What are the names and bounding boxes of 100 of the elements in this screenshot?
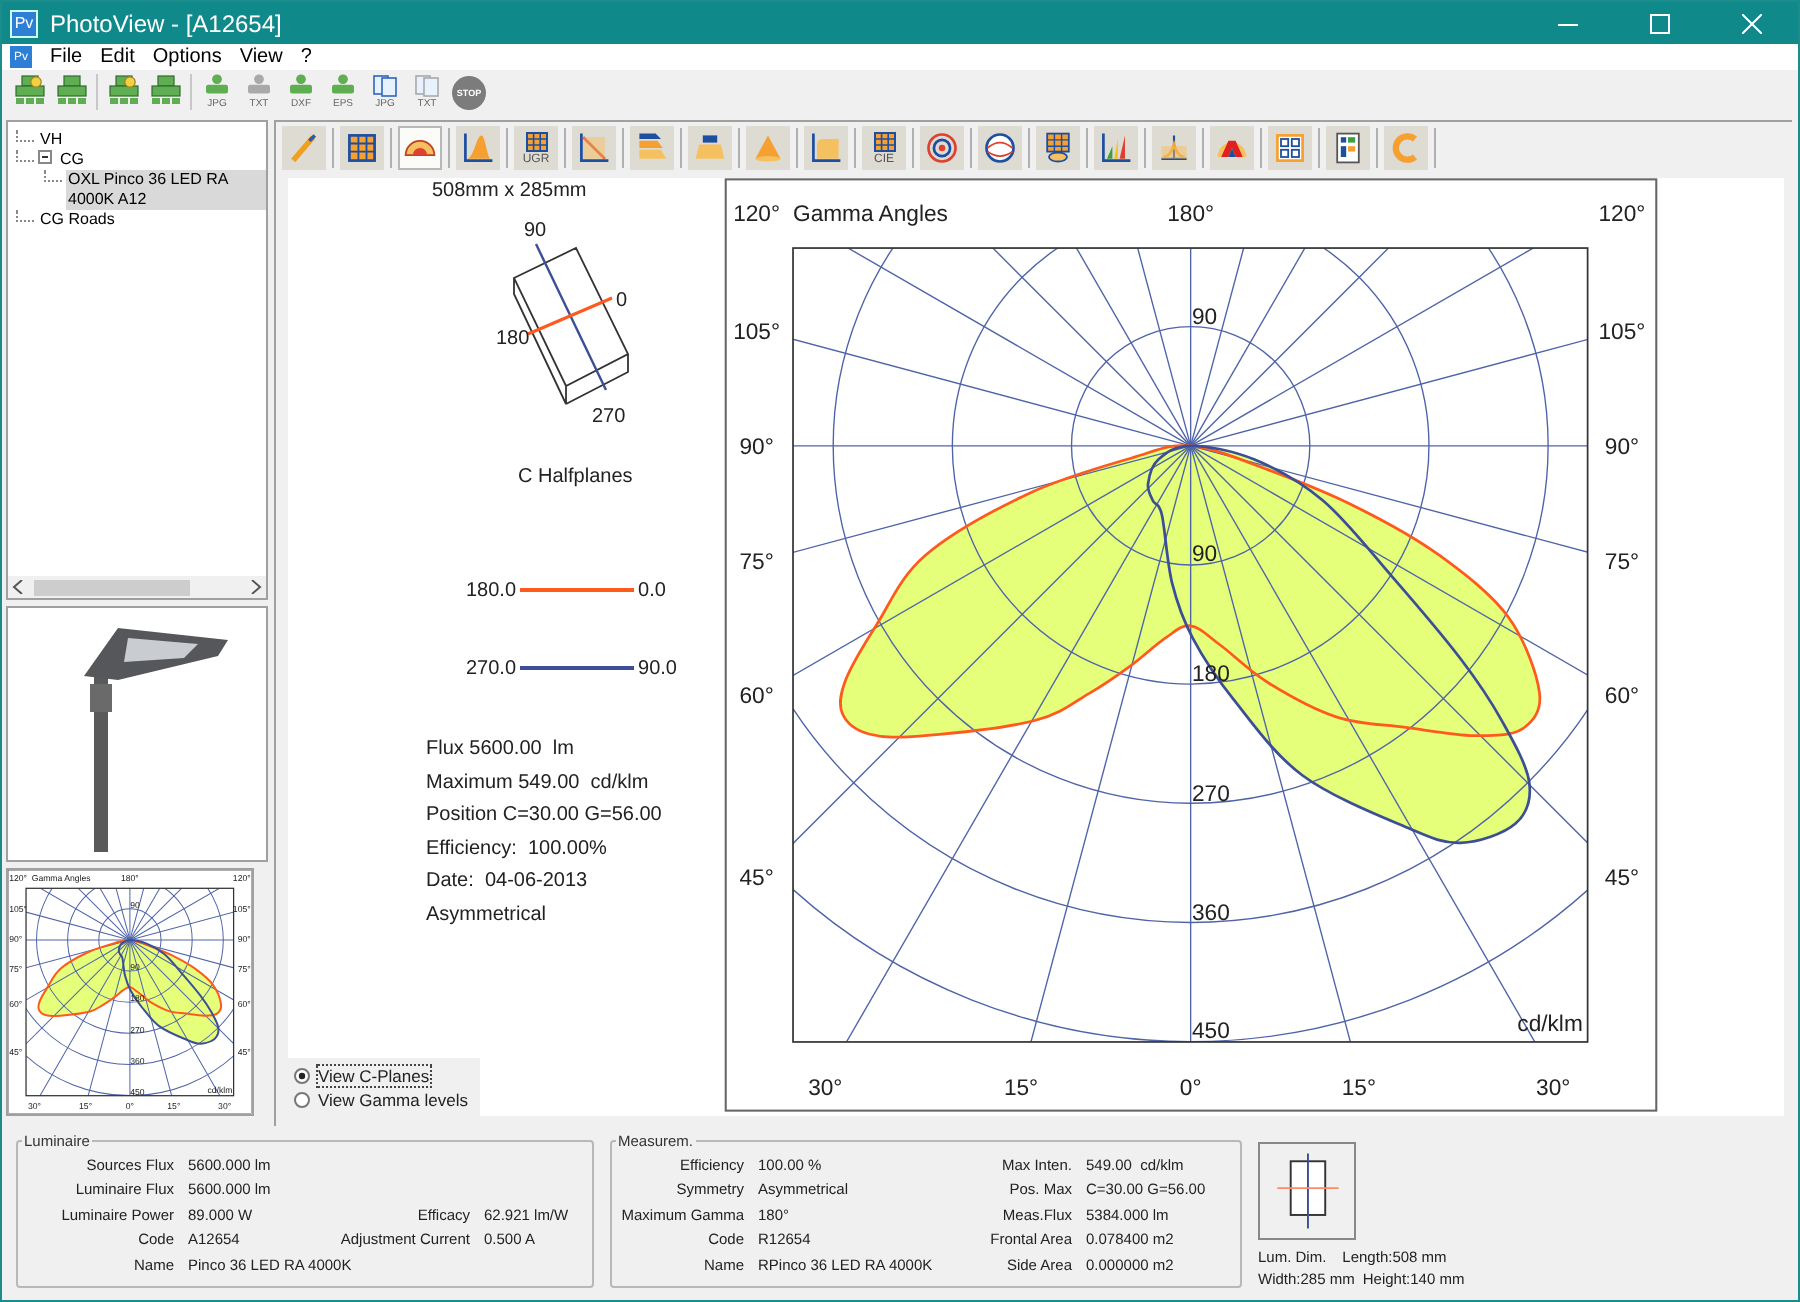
scroll-right-icon[interactable] [250,580,262,594]
chart-title: Gamma Angles [793,202,948,227]
axis-label: 180° [1167,202,1215,227]
menu-item[interactable]: Edit [92,46,143,68]
info-text: Flux 5600.00 lm [426,738,576,764]
person-icon [248,74,270,94]
axis-label: 180 [496,328,530,350]
cone-icon [750,130,786,166]
axis-label: 120° [733,202,781,227]
printer-icon [13,74,45,106]
axis-label: 45° [1604,867,1640,892]
toolbar-button[interactable] [106,74,140,110]
scrollbar[interactable] [8,576,266,598]
printer-icon [107,74,139,106]
tree-item[interactable]: CG Roads [38,210,117,230]
collapse-icon[interactable] [38,150,52,164]
grid-icon [873,131,895,151]
ring-label: 90 [1192,305,1218,330]
toolbar-button[interactable] [688,126,732,170]
axis-label: 75° [739,551,774,576]
app-logo: Pv [10,9,38,37]
menu-item[interactable]: File [42,46,91,68]
info-text: Maximum 549.00 cd/klm [426,771,651,797]
toolbar-button[interactable] [978,126,1022,170]
toolbar-button[interactable] [398,126,442,170]
ring-label: 450 [1192,1019,1230,1044]
toolbar-button[interactable] [456,126,500,170]
axis-label: 105° [1598,321,1646,346]
legend-label: 90.0 [638,657,677,679]
axis-label: 45° [739,867,774,892]
menu-item[interactable]: Options [144,46,230,68]
ring-label: 360 [1192,901,1230,926]
ring-label: 90 [1192,543,1218,568]
grid-icon [1040,130,1076,166]
radio-label[interactable]: View Gamma levels [318,1090,468,1110]
axis-label: 0 [616,290,628,312]
toolbar-button[interactable] [54,74,88,110]
document-icon [1330,130,1366,166]
toolbar-button[interactable] [148,74,182,110]
curve-chart-icon [460,130,496,166]
maximize-icon [1650,13,1670,33]
tiles-icon [1272,130,1308,166]
toolbar-button[interactable] [1326,126,1370,170]
menu-item[interactable]: ? [292,46,320,68]
radio-label[interactable]: View C-Planes [318,1066,430,1086]
menu-item[interactable]: View [231,46,291,68]
axis-label: 60° [739,685,774,710]
axis-label: 30° [808,1076,843,1101]
axis-label: 90° [1604,436,1640,461]
pencil-icon [286,130,322,166]
printer-icon [55,74,87,106]
axis-label: 30° [1536,1076,1571,1101]
axis-label: 15° [1341,1076,1377,1101]
axis-label: 90 [524,220,547,242]
line-chart-icon [576,130,612,166]
legend-label: 270.0 [466,657,517,679]
toolbar-button[interactable] [1210,126,1254,170]
axis-label: 15° [1003,1076,1039,1101]
grid-icon [525,131,547,151]
legend-label: 180.0 [466,579,517,601]
tree-item[interactable]: CG [58,150,86,170]
person-icon [332,74,354,94]
close-icon [1742,13,1762,33]
info-text: Position C=30.00 G=56.00 [426,804,664,830]
toolbar-button[interactable] [630,126,674,170]
axis-label: 120° [1598,202,1646,227]
toolbar-button[interactable] [1036,126,1080,170]
axis-label: 90° [739,436,774,461]
sphere-icon [982,130,1018,166]
info-text: Asymmetrical [426,903,549,929]
tree-item[interactable]: VH [38,130,65,150]
table-icon [344,130,380,166]
luminaire-outline-drawing [1258,1142,1356,1240]
dimension-label: 508mm x 285mm [432,180,589,202]
ring-label: 270 [1192,782,1230,807]
toolbar-button[interactable] [12,74,46,110]
info-text: Date: 04-06-2013 [426,870,590,896]
scroll-left-icon[interactable] [12,580,24,594]
target-icon [924,130,960,166]
tree-item[interactable]: OXL Pinco 36 LED RA 4000K A12 [66,170,266,210]
toolbar-button[interactable] [340,126,384,170]
axis-label: 0° [1179,1076,1202,1101]
person-icon [206,74,228,94]
toolbar-button[interactable] [1268,126,1312,170]
chart-icon [1156,130,1192,166]
radio-button[interactable] [294,1068,310,1084]
spectrum-icon [1098,130,1134,166]
window-title: PhotoView - [A12654] [50,9,284,37]
toolbar-button[interactable] [804,126,848,170]
legend-title: C Halfplanes [518,466,635,488]
info-text: Efficiency: 100.00% [426,837,609,863]
axis-label: 270 [592,406,626,426]
legend-label: 0.0 [638,579,666,601]
toolbar-button[interactable] [920,126,964,170]
printer-icon [149,74,181,106]
radio-button[interactable] [294,1092,310,1108]
axis-label: 75° [1604,551,1640,576]
toolbar-button[interactable] [572,126,616,170]
axis-label: 105° [733,321,781,346]
toolbar-button[interactable] [1094,126,1138,170]
